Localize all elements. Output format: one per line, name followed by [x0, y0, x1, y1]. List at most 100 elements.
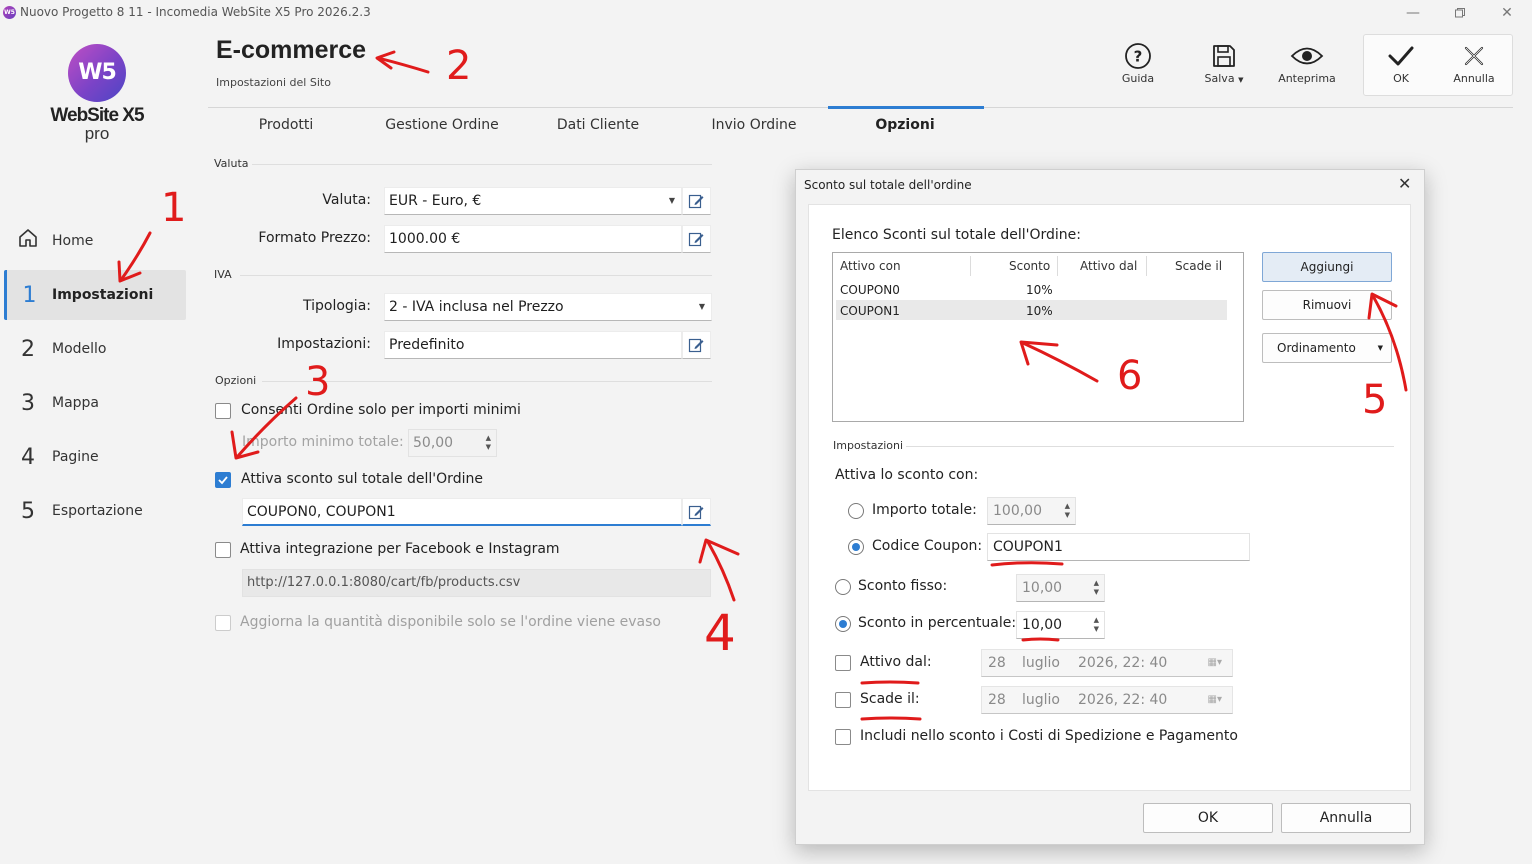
attiva-sconto-checkbox[interactable]: [215, 472, 231, 488]
rimuovi-button[interactable]: Rimuovi: [1262, 290, 1392, 320]
impostazioni-field[interactable]: Predefinito: [384, 331, 682, 359]
minimize-icon: —: [1406, 5, 1420, 21]
consenti-checkbox[interactable]: [215, 403, 231, 419]
annotation-number: 1: [161, 185, 187, 231]
app-icon: W5: [3, 6, 16, 19]
ordinamento-label: Ordinamento: [1277, 341, 1356, 355]
dialog-title: Sconto sul totale dell'ordine: [804, 178, 972, 192]
close-icon: ✕: [1398, 174, 1412, 193]
importo-totale-field[interactable]: 100,00 ▲ ▼: [987, 497, 1076, 525]
importo-minimo-field[interactable]: 50,00 ▲ ▼: [408, 429, 497, 457]
sconto-fisso-radio[interactable]: [835, 579, 851, 595]
aggiungi-button[interactable]: Aggiungi: [1262, 252, 1392, 282]
minimize-button[interactable]: —: [1398, 2, 1428, 24]
sidebar-item-label: Mappa: [52, 395, 100, 411]
attivo-dal-checkbox[interactable]: [835, 655, 851, 671]
codice-coupon-radio[interactable]: [848, 539, 864, 555]
column-header-sconto[interactable]: Sconto: [1009, 259, 1050, 273]
dialog-close-button[interactable]: ✕: [1398, 174, 1411, 193]
column-divider: [1057, 256, 1058, 276]
column-header-attivo-dal[interactable]: Attivo dal: [1080, 259, 1137, 273]
impostazioni-edit-button[interactable]: [682, 331, 711, 359]
chevron-down-icon: ▼: [698, 302, 705, 311]
home-icon: [4, 227, 52, 255]
sidebar-item-label: Modello: [52, 341, 107, 357]
table-row[interactable]: COUPON0: [840, 283, 900, 297]
cell-attivo-con: COUPON0: [840, 283, 900, 297]
facebook-url-field[interactable]: http://127.0.0.1:8080/cart/fb/products.c…: [242, 569, 711, 597]
salva-button[interactable]: Salva ▼: [1189, 40, 1259, 85]
coupons-edit-button[interactable]: [682, 498, 711, 526]
sconto-fisso-field[interactable]: 10,00 ▲ ▼: [1016, 574, 1105, 602]
spinner-icon: ▲ ▼: [1093, 616, 1099, 633]
sidebar-item-pagine[interactable]: 4 Pagine: [4, 432, 186, 482]
aggiorna-checkbox[interactable]: [215, 615, 231, 631]
importo-totale-radio[interactable]: [848, 503, 864, 519]
date-month: luglio: [1022, 655, 1060, 671]
check-icon: [1388, 46, 1414, 66]
section-divider: [240, 275, 712, 276]
chevron-down-icon: ▼: [668, 196, 675, 205]
section-divider: [906, 446, 1394, 447]
sconto-fisso-value: 10,00: [1022, 580, 1063, 596]
date-year-time: 2026, 22: 40: [1078, 692, 1168, 708]
page-subtitle: Impostazioni del Sito: [216, 76, 331, 89]
sidebar-item-mappa[interactable]: 3 Mappa: [4, 378, 186, 428]
attivo-dal-picker[interactable]: 28 luglio 2026, 22: 40 ▦▾: [981, 649, 1233, 677]
tab-dati-cliente[interactable]: Dati Cliente: [528, 117, 668, 133]
list-heading: Elenco Sconti sul totale dell'Ordine:: [832, 227, 1082, 243]
sidebar-item-esportazione[interactable]: 5 Esportazione: [4, 486, 186, 536]
date-day: 28: [988, 692, 1006, 708]
edit-icon: [688, 194, 704, 209]
restore-button[interactable]: [1445, 2, 1475, 24]
ok-label: OK: [1393, 72, 1409, 85]
sconto-percentuale-radio[interactable]: [835, 616, 851, 632]
ordinamento-button[interactable]: Ordinamento ▼: [1262, 333, 1392, 363]
sidebar-item-label: Pagine: [52, 449, 99, 465]
formato-field[interactable]: 1000.00 €: [384, 225, 682, 253]
sidebar-item-modello[interactable]: 2 Modello: [4, 324, 186, 374]
coupons-field[interactable]: COUPON0, COUPON1: [242, 498, 682, 526]
facebook-checkbox[interactable]: [215, 542, 231, 558]
tab-gestione-ordine[interactable]: Gestione Ordine: [372, 117, 512, 133]
dialog-annulla-button[interactable]: Annulla: [1281, 803, 1411, 833]
coupons-value: COUPON0, COUPON1: [247, 504, 396, 520]
column-header-attivo-con[interactable]: Attivo con: [840, 259, 901, 273]
includi-costi-label: Includi nello sconto i Costi di Spedizio…: [860, 728, 1238, 744]
restore-icon: [1455, 8, 1465, 18]
sidebar-item-home[interactable]: Home: [4, 216, 186, 266]
close-window-button[interactable]: ✕: [1492, 2, 1522, 24]
importo-totale-label: Importo totale:: [872, 502, 977, 518]
formato-edit-button[interactable]: [682, 225, 711, 253]
tab-opzioni[interactable]: Opzioni: [835, 117, 975, 133]
sconto-percentuale-field[interactable]: 10,00 ▲ ▼: [1016, 611, 1105, 639]
scade-il-picker[interactable]: 28 luglio 2026, 22: 40 ▦▾: [981, 686, 1233, 714]
sidebar-item-number: 4: [21, 444, 35, 470]
sidebar-item-number: 3: [21, 390, 35, 416]
section-divider: [252, 164, 712, 165]
discount-list[interactable]: [832, 252, 1244, 422]
ok-button[interactable]: OK: [1366, 40, 1436, 85]
importo-minimo-label: Importo minimo totale:: [242, 434, 404, 450]
codice-coupon-label: Codice Coupon:: [872, 538, 983, 554]
valuta-edit-button[interactable]: [682, 187, 711, 215]
codice-coupon-field[interactable]: COUPON1: [987, 533, 1250, 561]
tab-prodotti[interactable]: Prodotti: [216, 117, 356, 133]
sidebar-item-label: Esportazione: [52, 503, 143, 519]
anteprima-button[interactable]: Anteprima: [1272, 40, 1342, 85]
guida-button[interactable]: ? Guida: [1103, 40, 1173, 85]
date-day: 28: [988, 655, 1006, 671]
dialog-ok-button[interactable]: OK: [1143, 803, 1273, 833]
close-icon: ✕: [1501, 5, 1513, 21]
valuta-select[interactable]: EUR - Euro, € ▼: [384, 187, 682, 215]
table-row[interactable]: COUPON1: [840, 304, 900, 318]
includi-costi-checkbox[interactable]: [835, 729, 851, 745]
edit-icon: [688, 338, 704, 353]
tipologia-select[interactable]: 2 - IVA inclusa nel Prezzo ▼: [384, 293, 712, 321]
scade-il-checkbox[interactable]: [835, 692, 851, 708]
column-header-scade-il[interactable]: Scade il: [1175, 259, 1222, 273]
sidebar-item-impostazioni[interactable]: 1 Impostazioni: [4, 270, 186, 320]
tab-invio-ordine[interactable]: Invio Ordine: [684, 117, 824, 133]
svg-text:?: ?: [1134, 48, 1143, 66]
annulla-button[interactable]: Annulla: [1439, 40, 1509, 85]
